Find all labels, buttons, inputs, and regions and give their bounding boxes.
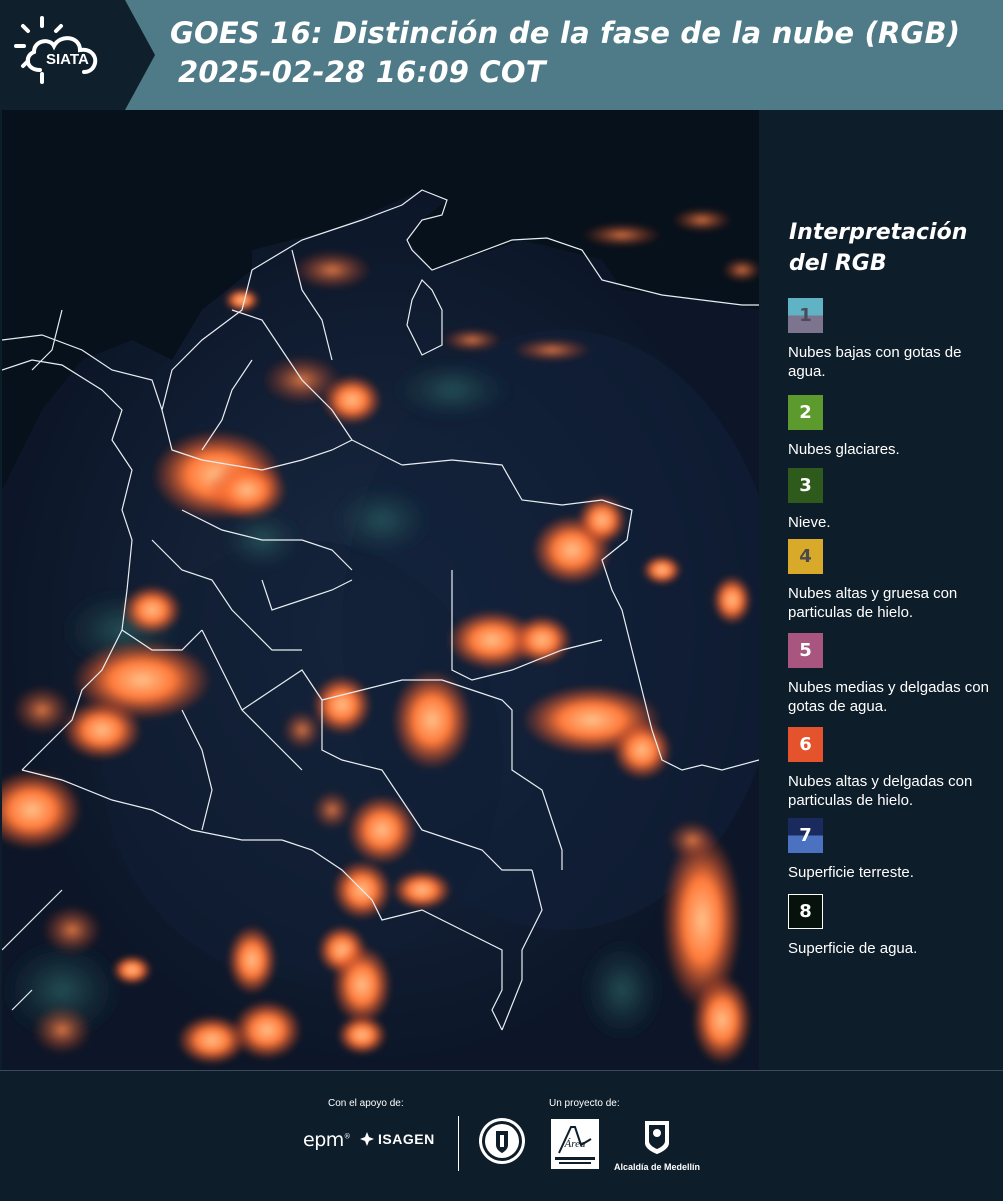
area-metropolitana-mark-icon: Área: [555, 1126, 595, 1164]
legend-label-8: Superficie de agua.: [788, 940, 918, 957]
project-label: Un proyecto de:: [549, 1098, 620, 1109]
legend-label-4: Nubes altas y gruesa con particulas de h…: [788, 585, 958, 621]
legend-title: Interpretación del RGB: [789, 220, 968, 276]
legend-item-1: 1 Nubes bajas con gotas de agua.: [788, 298, 1003, 381]
legend-swatch-7: 7: [788, 818, 823, 853]
legend-label-1: Nubes bajas con gotas de agua.: [788, 344, 962, 380]
legend-item-3: 3 Nieve.: [788, 468, 1003, 532]
legend-swatch-2: 2: [788, 395, 823, 430]
legend-swatch-3: 3: [788, 468, 823, 503]
siata-logo: SIATA: [0, 0, 155, 110]
siata-sun-cloud-icon: SIATA: [14, 16, 98, 84]
satellite-image: [2, 110, 759, 1070]
legend-label-5: Nubes medias y delgadas con gotas de agu…: [788, 679, 989, 715]
siata-logo-text: SIATA: [46, 51, 89, 68]
legend-panel: Interpretación del RGB 1 Nubes bajas con…: [760, 110, 1003, 1070]
legend-item-5: 5 Nubes medias y delgadas con gotas de a…: [788, 633, 1003, 716]
alcaldia-crest-icon: [645, 1121, 669, 1154]
alcaldia-medellin-logo: Alcaldía de Medellín: [612, 1119, 702, 1172]
footer: Con el apoyo de: Un proyecto de: epm® IS…: [0, 1070, 1003, 1201]
legend-item-7: 7 Superficie terreste.: [788, 818, 1003, 882]
legend-item-2: 2 Nubes glaciares.: [788, 395, 1003, 459]
isagen-logo: ISAGEN: [360, 1131, 435, 1147]
legend-swatch-5: 5: [788, 633, 823, 668]
satellite-map: [2, 110, 759, 1070]
legend-swatch-1: 1: [788, 298, 823, 333]
support-label: Con el apoyo de:: [328, 1098, 404, 1109]
timestamp-title: 2025-02-28 16:09 COT: [178, 55, 546, 89]
area-metropolitana-logo: Área: [551, 1119, 599, 1169]
legend-item-6: 6 Nubes altas y delgadas con particulas …: [788, 727, 1003, 810]
page-title: GOES 16: Distinción de la fase de la nub…: [170, 16, 961, 50]
legend-swatch-6: 6: [788, 727, 823, 762]
legend-label-7: Superficie terreste.: [788, 864, 914, 881]
footer-divider: [458, 1116, 459, 1171]
legend-swatch-8: 8: [788, 894, 823, 929]
gobernacion-seal-icon: [479, 1118, 525, 1164]
legend-swatch-4: 4: [788, 539, 823, 574]
legend-label-6: Nubes altas y delgadas con particulas de…: [788, 773, 973, 809]
legend-item-4: 4 Nubes altas y gruesa con particulas de…: [788, 539, 1003, 622]
epm-logo: epm®: [303, 1129, 351, 1151]
isagen-icon: [360, 1132, 374, 1146]
legend-item-8: 8 Superficie de agua.: [788, 894, 1003, 958]
legend-label-3: Nieve.: [788, 514, 831, 531]
header-bar: SIATA GOES 16: Distinción de la fase de …: [0, 0, 1003, 110]
alcaldia-text: Alcaldía de Medellín: [613, 1162, 701, 1172]
legend-label-2: Nubes glaciares.: [788, 441, 900, 458]
area-name-text: Área: [564, 1138, 586, 1150]
